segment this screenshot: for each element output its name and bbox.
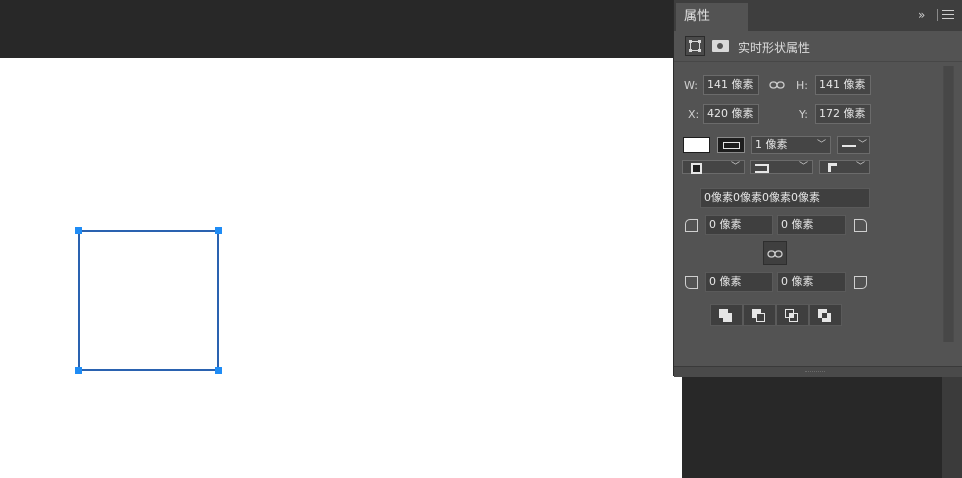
stroke-align-dropdown[interactable]: ﹀ — [682, 160, 745, 174]
all-corners-radius-field[interactable]: 0像素0像素0像素0像素 — [700, 188, 870, 208]
height-field[interactable]: 141 像素 — [815, 75, 871, 95]
stroke-color-swatch[interactable] — [717, 137, 745, 153]
corner-top-right-icon — [854, 219, 867, 232]
mask-properties-icon[interactable] — [712, 40, 729, 52]
chevron-down-icon: ﹀ — [730, 162, 740, 172]
selected-rectangle-shape[interactable] — [75, 227, 222, 374]
panel-dock-background — [682, 376, 962, 478]
stroke-width-field[interactable]: 1 像素 ﹀ — [751, 136, 831, 154]
fill-color-swatch[interactable] — [683, 137, 710, 153]
stroke-width-value: 1 像素 — [755, 138, 788, 151]
solid-line-icon — [842, 145, 856, 147]
link-corners-button[interactable] — [763, 241, 787, 265]
panel-scrollbar[interactable] — [943, 66, 954, 342]
chevron-down-icon: ﹀ — [816, 140, 826, 150]
panel-section-title: 实时形状属性 — [738, 41, 811, 55]
shape-properties-icon[interactable] — [685, 36, 705, 56]
stroke-caps-dropdown[interactable]: ﹀ — [750, 160, 813, 174]
intersect-shapes-button[interactable] — [776, 304, 809, 326]
panel-scrollbar-thumb[interactable] — [944, 66, 953, 342]
corner-top-left-icon — [685, 219, 698, 232]
collapse-panel-icon[interactable]: » — [918, 8, 932, 22]
subtract-shapes-icon-part — [756, 313, 765, 322]
corner-bottom-right-icon — [854, 276, 867, 289]
tab-properties[interactable]: 属性 — [676, 3, 748, 31]
panel-resize-grip[interactable] — [674, 366, 962, 377]
properties-panel: 属性 » 实时形状属性 W: 141 像素 H: 141 像素 X: 420 像… — [673, 0, 962, 377]
y-label: Y: — [799, 108, 808, 121]
x-position-field[interactable]: 420 像素 — [703, 104, 759, 124]
chevron-down-icon: ﹀ — [798, 162, 808, 172]
height-label: H: — [796, 79, 808, 92]
subtract-shapes-button[interactable] — [743, 304, 776, 326]
link-icon — [767, 250, 783, 258]
chevron-down-icon: ﹀ — [857, 140, 867, 150]
y-position-field[interactable]: 172 像素 — [815, 104, 871, 124]
stroke-corners-dropdown[interactable]: ﹀ — [819, 160, 870, 174]
stroke-corners-icon — [828, 163, 837, 172]
stroke-type-dropdown[interactable]: ﹀ — [837, 136, 870, 154]
stroke-caps-icon — [755, 164, 769, 173]
exclude-shapes-button[interactable] — [809, 304, 842, 326]
panel-tab-bar: 属性 » — [674, 0, 962, 31]
corner-top-right-field[interactable]: 0 像素 — [777, 215, 846, 235]
x-label: X: — [688, 108, 700, 121]
dock-scroll-strip — [942, 376, 962, 478]
resize-handle-bottom-right[interactable] — [215, 367, 222, 374]
resize-handle-bottom-left[interactable] — [75, 367, 82, 374]
corner-bottom-left-icon — [685, 276, 698, 289]
stroke-swatch-inner — [723, 142, 740, 149]
intersect-shapes-icon-fill — [790, 314, 793, 317]
width-label: W: — [684, 79, 698, 92]
panel-menu-icon[interactable] — [942, 10, 954, 20]
corner-bottom-right-field[interactable]: 0 像素 — [777, 272, 846, 292]
combine-shapes-icon-part — [723, 313, 732, 322]
stroke-align-icon — [691, 163, 702, 174]
chevron-down-icon: ﹀ — [855, 162, 865, 172]
width-field[interactable]: 141 像素 — [703, 75, 759, 95]
corner-bottom-left-field[interactable]: 0 像素 — [705, 272, 773, 292]
resize-handle-top-left[interactable] — [75, 227, 82, 234]
exclude-shapes-icon-hole — [822, 313, 827, 318]
combine-shapes-button[interactable] — [710, 304, 743, 326]
resize-handle-top-right[interactable] — [215, 227, 222, 234]
corner-top-left-field[interactable]: 0 像素 — [705, 215, 773, 235]
link-dimensions-icon[interactable] — [769, 79, 785, 94]
tab-separator — [937, 9, 938, 21]
properties-header: 实时形状属性 — [674, 31, 962, 62]
